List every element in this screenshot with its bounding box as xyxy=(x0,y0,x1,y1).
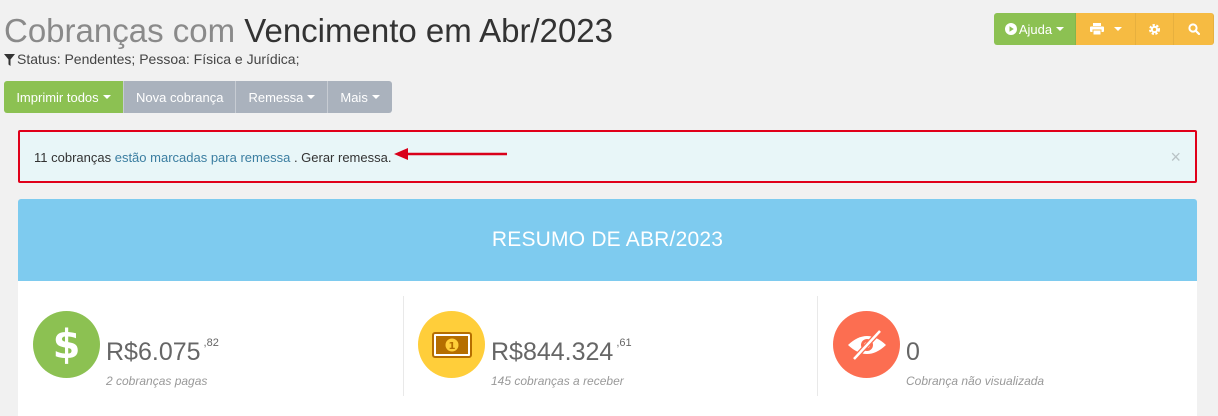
filter-text: Status: Pendentes; Pessoa: Física e Jurí… xyxy=(17,51,300,67)
settings-button[interactable] xyxy=(1136,13,1174,45)
action-button-group: Imprimir todos Nova cobrança Remessa Mai… xyxy=(4,81,392,113)
new-charge-label: Nova cobrança xyxy=(136,89,224,105)
svg-text:1: 1 xyxy=(448,341,455,352)
alert-marked-link[interactable]: estão marcadas para remessa xyxy=(115,150,291,165)
alert-message: 11 cobranças estão marcadas para remessa… xyxy=(34,150,391,165)
remittance-label: Remessa xyxy=(248,89,304,105)
stat-paid-currency: R$ xyxy=(106,338,138,366)
search-icon xyxy=(1187,23,1200,35)
more-button[interactable]: Mais xyxy=(327,81,392,113)
search-button[interactable] xyxy=(1174,13,1214,45)
help-button[interactable]: Ajuda xyxy=(994,13,1076,45)
stat-paid: $ R$6.075,82 2 cobranças pagas xyxy=(18,297,403,397)
stat-paid-desc: 2 cobranças pagas xyxy=(106,374,208,388)
more-label: Mais xyxy=(340,89,368,105)
chevron-down-icon xyxy=(1056,27,1065,31)
chevron-down-icon xyxy=(102,95,111,99)
summary-panel-body: $ R$6.075,82 2 cobranças pagas 1 R$844.3… xyxy=(18,281,1197,416)
filter-summary: Status: Pendentes; Pessoa: Física e Jurí… xyxy=(4,51,299,67)
print-all-label: Imprimir todos xyxy=(16,89,99,105)
stat-receivable-value: R$844.324,61 xyxy=(491,337,632,367)
stat-receivable-desc: 145 cobranças a receber xyxy=(491,374,624,388)
stat-paid-cents: ,82 xyxy=(203,337,219,349)
printer-icon xyxy=(1089,23,1104,35)
generate-remittance-link[interactable]: . Gerar remessa. xyxy=(294,150,392,165)
summary-panel-header: RESUMO DE ABR/2023 xyxy=(18,199,1197,281)
stat-unviewed: 0 Cobrança não visualizada xyxy=(818,297,1197,397)
stat-unviewed-desc: Cobrança não visualizada xyxy=(906,374,1045,388)
stat-paid-amount: 6.075 xyxy=(137,338,201,366)
eye-slash-icon xyxy=(847,328,886,361)
page-title: Cobranças com Vencimento em Abr/2023 xyxy=(4,12,613,50)
print-menu-button[interactable] xyxy=(1076,13,1136,45)
dollar-icon: $ xyxy=(52,321,81,368)
stat-unviewed-value: 0 xyxy=(906,337,923,367)
print-all-button[interactable]: Imprimir todos xyxy=(4,81,123,113)
page-title-main: Vencimento em Abr/2023 xyxy=(244,12,614,49)
stat-receivable: 1 R$844.324,61 145 cobranças a receber xyxy=(403,297,817,397)
stat-paid-badge: $ xyxy=(33,311,100,378)
play-circle-icon xyxy=(1004,23,1017,35)
top-right-toolbar: Ajuda xyxy=(994,13,1214,45)
stat-unviewed-badge xyxy=(833,311,900,378)
stat-receivable-badge: 1 xyxy=(418,311,485,378)
chevron-down-icon xyxy=(371,95,380,99)
page-title-prefix: Cobranças com xyxy=(4,12,236,49)
close-icon[interactable]: × xyxy=(1170,147,1181,168)
chevron-down-icon xyxy=(1113,27,1122,31)
filter-icon xyxy=(4,54,15,66)
alert-count-text: 11 cobranças xyxy=(34,150,112,165)
chevron-down-icon xyxy=(307,95,316,99)
remittance-alert: 11 cobranças estão marcadas para remessa… xyxy=(18,130,1197,183)
annotation-arrow xyxy=(394,148,507,160)
stat-paid-value: R$6.075,82 xyxy=(106,337,219,367)
help-label: Ajuda xyxy=(1018,21,1053,37)
banknote-icon: 1 xyxy=(431,331,472,358)
stat-receivable-amount: 844.324 xyxy=(522,338,614,366)
stat-receivable-currency: R$ xyxy=(491,338,523,366)
remittance-button[interactable]: Remessa xyxy=(235,81,328,113)
new-charge-button[interactable]: Nova cobrança xyxy=(123,81,236,113)
summary-title: RESUMO DE ABR/2023 xyxy=(491,228,724,251)
stat-receivable-cents: ,61 xyxy=(616,337,632,349)
stat-unviewed-amount: 0 xyxy=(906,338,920,366)
gear-icon xyxy=(1149,23,1160,35)
